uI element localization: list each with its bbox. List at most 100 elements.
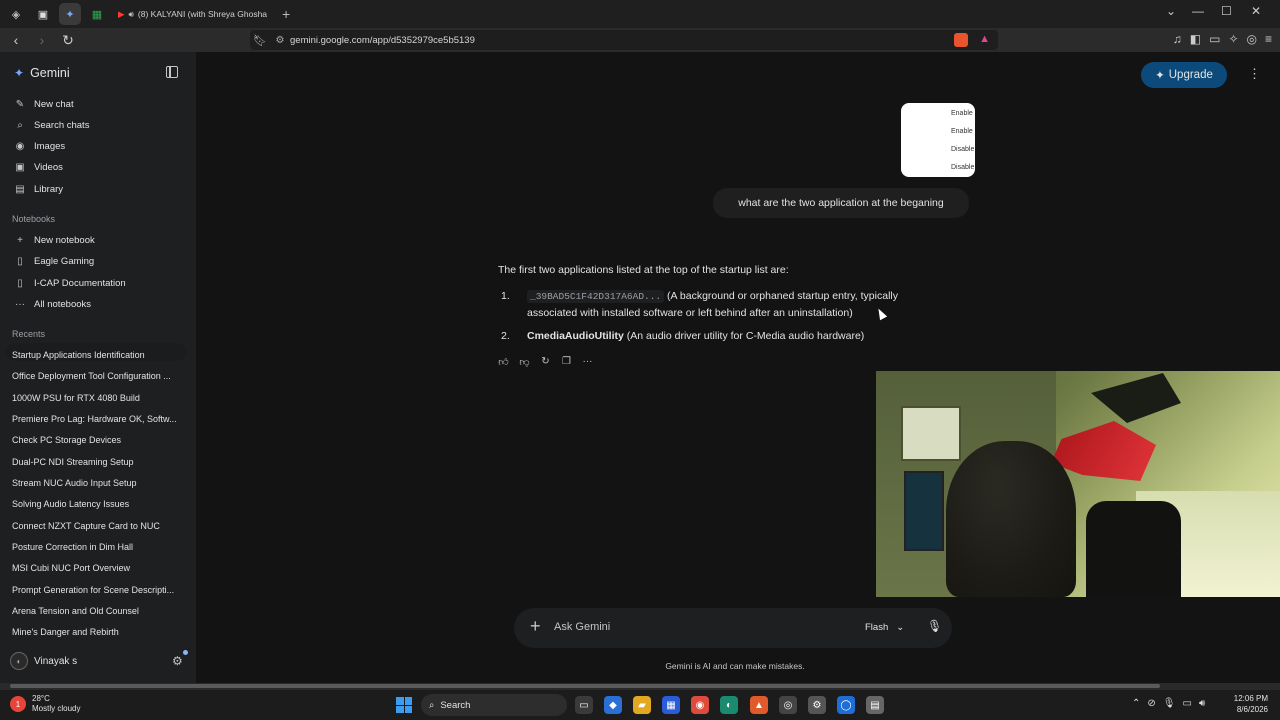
nav-new-chat[interactable]: ✎ New chat bbox=[14, 99, 74, 110]
forward-button[interactable]: › bbox=[32, 32, 52, 48]
nav-videos[interactable]: ▣ Videos bbox=[14, 162, 63, 173]
recent-chat-item[interactable]: 1000W PSU for RTX 4080 Build bbox=[12, 393, 182, 403]
thumbs-up-icon[interactable]: 👍︎ bbox=[498, 356, 509, 368]
nav-images[interactable]: ◉ Images bbox=[14, 141, 66, 152]
obs-icon[interactable]: ◎ bbox=[779, 696, 797, 714]
chevron-up-icon[interactable]: ⌃ bbox=[1132, 698, 1140, 709]
display-icon[interactable]: ▭ bbox=[1182, 698, 1191, 709]
taskbar-clock[interactable]: 12:06 PM 8/6/2026 bbox=[1226, 693, 1268, 715]
minimize-button[interactable]: — bbox=[1192, 4, 1204, 18]
brave-icon[interactable]: ▲ bbox=[750, 696, 768, 714]
image-icon: ◉ bbox=[15, 141, 25, 152]
attached-image-thumbnail[interactable]: Enable Enable Disable Disable bbox=[901, 103, 975, 177]
user-message-bubble: what are the two application at the bega… bbox=[713, 188, 969, 218]
nav-label: Eagle Gaming bbox=[34, 256, 95, 267]
recent-chat-item[interactable]: Premiere Pro Lag: Hardware OK, Softw... bbox=[12, 414, 182, 424]
tab-search-icon[interactable]: ⌄ bbox=[1166, 4, 1176, 18]
back-button[interactable]: ‹ bbox=[6, 32, 26, 48]
nav-search-chats[interactable]: ⌕ Search chats bbox=[14, 120, 89, 131]
recent-chat-item[interactable]: Prompt Generation for Scene Descripti... bbox=[12, 585, 182, 595]
model-selector[interactable]: Flash ⌄ bbox=[865, 622, 904, 633]
recent-chat-item[interactable]: Stream NUC Audio Input Setup bbox=[12, 478, 182, 488]
upgrade-button[interactable]: ✦ Upgrade bbox=[1141, 62, 1227, 88]
network-off-icon[interactable]: ⊘ bbox=[1147, 698, 1155, 709]
prompt-input[interactable]: Ask Gemini bbox=[554, 621, 610, 633]
collapse-sidebar-icon[interactable] bbox=[166, 66, 178, 78]
brave-vpn-icon[interactable]: ◈ bbox=[5, 3, 27, 25]
reload-button[interactable]: ↻ bbox=[58, 32, 78, 49]
list-item-text: (A background or orphaned startup entry,… bbox=[667, 290, 898, 302]
tab-youtube[interactable]: ▶ 🔊︎ (8) KALYANI (with Shreya Ghosha bbox=[114, 3, 270, 25]
recent-chat-item[interactable]: Office Deployment Tool Configuration ... bbox=[12, 371, 182, 381]
tab-sheets-icon[interactable]: ▦ bbox=[86, 3, 108, 25]
microphone-icon[interactable]: 🎙︎ bbox=[1163, 698, 1176, 709]
sidebar-panel-icon[interactable]: ◧ bbox=[1190, 32, 1201, 46]
video-icon: ▣ bbox=[15, 162, 25, 173]
nav-notebook-icap[interactable]: ▯ I-CAP Documentation bbox=[14, 278, 125, 289]
webcam-overlay bbox=[876, 371, 1280, 597]
audio-playing-icon[interactable]: 🔊︎ bbox=[129, 9, 134, 20]
brave-rewards-icon[interactable]: ▲ bbox=[979, 33, 990, 45]
vpn-icon[interactable]: ◎ bbox=[1247, 32, 1257, 46]
prompt-box[interactable]: + Ask Gemini Flash ⌄ 🎙︎ bbox=[514, 608, 952, 648]
microphone-icon[interactable]: 🎙︎ bbox=[927, 619, 942, 633]
regenerate-icon[interactable]: ↻ bbox=[540, 356, 551, 368]
recent-chat-item[interactable]: Check PC Storage Devices bbox=[12, 435, 182, 445]
response-actions: 👍︎ 👎︎ ↻ ❐ ··· bbox=[498, 356, 593, 368]
store-icon[interactable]: ▦ bbox=[662, 696, 680, 714]
recent-chat-item[interactable]: MSI Cubi NUC Port Overview bbox=[12, 563, 182, 573]
youtube-icon: ▶ bbox=[118, 8, 125, 19]
edge-icon[interactable]: ◐ bbox=[720, 696, 738, 714]
address-bar[interactable]: 🔖︎ ⚙︎ gemini.google.com/app/d5352979ce5b… bbox=[250, 30, 998, 50]
file-explorer-icon[interactable]: ▰ bbox=[633, 696, 651, 714]
volume-icon[interactable]: 🔊︎ bbox=[1199, 698, 1205, 709]
copy-icon[interactable]: ❐ bbox=[561, 356, 572, 368]
close-window-button[interactable]: ✕ bbox=[1251, 4, 1261, 18]
app-icon[interactable]: ◯ bbox=[837, 696, 855, 714]
browser-menu-icon[interactable]: ≡ bbox=[1265, 32, 1272, 46]
settings-icon[interactable]: ⚙︎ bbox=[808, 696, 826, 714]
chrome-icon[interactable]: ◉ bbox=[691, 696, 709, 714]
brave-shields-icon[interactable] bbox=[954, 33, 968, 47]
nav-notebook-eagle-gaming[interactable]: ▯ Eagle Gaming bbox=[14, 256, 94, 267]
copilot-icon[interactable]: ◆ bbox=[604, 696, 622, 714]
thumbnail-text: Disable bbox=[951, 146, 975, 153]
nav-label: Images bbox=[34, 141, 66, 152]
search-icon: ⌕ bbox=[17, 120, 23, 131]
maximize-button[interactable]: ☐ bbox=[1221, 4, 1232, 18]
clock-date: 8/6/2026 bbox=[1236, 705, 1268, 714]
task-view-icon[interactable]: ▭ bbox=[575, 696, 593, 714]
nav-new-notebook[interactable]: + New notebook bbox=[14, 235, 95, 246]
gemini-brand[interactable]: ✦ Gemini bbox=[14, 66, 70, 80]
url-text[interactable]: gemini.google.com/app/d5352979ce5b5139 bbox=[290, 35, 475, 46]
taskbar-search[interactable]: ⌕ Search bbox=[421, 694, 567, 716]
weather-widget[interactable]: 1 28°C Mostly cloudy bbox=[10, 694, 80, 714]
leo-ai-icon[interactable]: ✧ bbox=[1228, 32, 1238, 46]
tab-gemini-icon[interactable]: ✦ bbox=[59, 3, 81, 25]
thumbs-down-icon[interactable]: 👎︎ bbox=[519, 356, 530, 368]
windows-start-icon[interactable] bbox=[396, 697, 412, 713]
recent-chat-item[interactable]: Posture Correction in Dim Hall bbox=[12, 542, 182, 552]
scrollbar-thumb[interactable] bbox=[10, 684, 1160, 688]
app-icon[interactable]: ▤ bbox=[866, 696, 884, 714]
recent-chat-item[interactable]: Mine's Danger and Rebirth bbox=[12, 627, 182, 637]
wallet-icon[interactable]: ▭ bbox=[1209, 32, 1220, 46]
add-attachment-icon[interactable]: + bbox=[530, 616, 541, 637]
nav-all-notebooks[interactable]: ··· All notebooks bbox=[14, 299, 91, 310]
media-icon[interactable]: ♫ bbox=[1173, 32, 1182, 46]
more-options-icon[interactable]: ⋮ bbox=[1248, 66, 1261, 82]
new-tab-button[interactable]: + bbox=[282, 6, 290, 22]
recent-chat-item[interactable]: Connect NZXT Capture Card to NUC bbox=[12, 521, 182, 531]
bookmark-icon[interactable]: 🔖︎ bbox=[250, 34, 270, 47]
site-info-icon[interactable]: ⚙︎ bbox=[270, 35, 290, 46]
recent-chat-item[interactable]: Dual-PC NDI Streaming Setup bbox=[12, 457, 182, 467]
recent-chat-item[interactable]: Startup Applications Identification bbox=[12, 350, 182, 360]
user-message: what are the two application at the bega… bbox=[738, 197, 944, 209]
search-icon: ⌕ bbox=[429, 699, 435, 711]
list-item-text: associated with installed software or le… bbox=[527, 307, 853, 319]
recent-chat-item[interactable]: Arena Tension and Old Counsel bbox=[12, 606, 182, 616]
nav-library[interactable]: ▤ Library bbox=[14, 184, 63, 195]
more-actions-icon[interactable]: ··· bbox=[582, 356, 593, 368]
tab-pinned-app-icon[interactable]: ▣ bbox=[32, 3, 54, 25]
recent-chat-item[interactable]: Solving Audio Latency Issues bbox=[12, 499, 182, 509]
